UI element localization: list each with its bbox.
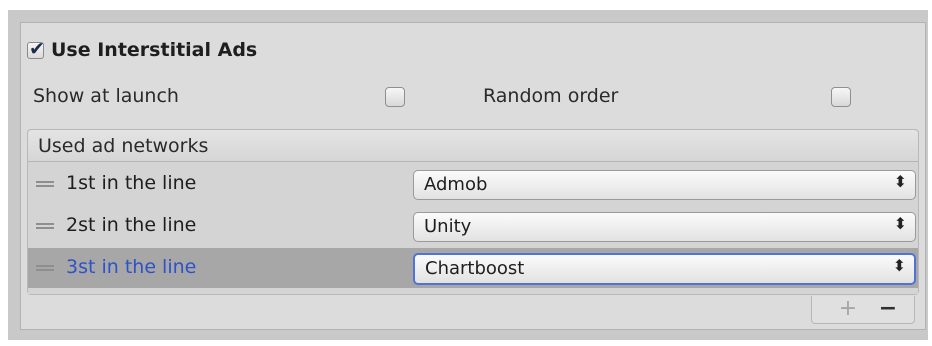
random-order-label: Random order (483, 85, 619, 107)
screenshot-frame: Use Interstitial Ads Show at launch Rand… (0, 0, 932, 346)
network-select[interactable]: Admob ⬍ (413, 170, 916, 200)
interstitial-ads-panel: Use Interstitial Ads Show at launch Rand… (20, 22, 926, 330)
ad-networks-header-label: Used ad networks (38, 135, 209, 157)
list-footer: + − (811, 296, 915, 324)
network-select[interactable]: Chartboost ⬍ (413, 253, 916, 285)
list-item[interactable]: 2st in the line Unity ⬍ (28, 206, 918, 246)
ad-networks-header: Used ad networks (28, 130, 918, 162)
list-item-label: 1st in the line (66, 172, 197, 194)
drag-handle-icon[interactable] (36, 181, 54, 187)
use-interstitial-row[interactable]: Use Interstitial Ads (27, 35, 257, 65)
network-select-value: Admob (424, 174, 488, 195)
list-item-selected[interactable]: 3st in the line Chartboost ⬍ (28, 248, 918, 288)
options-row: Show at launch Random order (33, 81, 893, 111)
network-select-value: Chartboost (425, 258, 525, 279)
network-select-value: Unity (424, 216, 472, 237)
list-item-label: 3st in the line (66, 256, 197, 278)
list-item-label: 2st in the line (66, 214, 197, 236)
network-select[interactable]: Unity ⬍ (413, 212, 916, 242)
drag-handle-icon[interactable] (36, 223, 54, 229)
use-interstitial-label: Use Interstitial Ads (51, 39, 258, 61)
show-at-launch-checkbox[interactable] (385, 87, 405, 107)
drag-handle-icon[interactable] (36, 265, 54, 271)
add-item-button[interactable]: + (828, 296, 868, 322)
ad-networks-list: Used ad networks 1st in the line Admob ⬍… (27, 129, 919, 295)
show-at-launch-label: Show at launch (33, 85, 179, 107)
dropdown-arrows-icon: ⬍ (892, 256, 906, 275)
remove-item-button[interactable]: − (868, 296, 908, 322)
dropdown-arrows-icon: ⬍ (893, 214, 907, 233)
list-item[interactable]: 1st in the line Admob ⬍ (28, 164, 918, 204)
use-interstitial-checkbox[interactable] (27, 38, 45, 60)
dropdown-arrows-icon: ⬍ (893, 172, 907, 191)
random-order-checkbox[interactable] (831, 87, 851, 107)
ad-networks-body: 1st in the line Admob ⬍ 2st in the line … (28, 162, 918, 294)
